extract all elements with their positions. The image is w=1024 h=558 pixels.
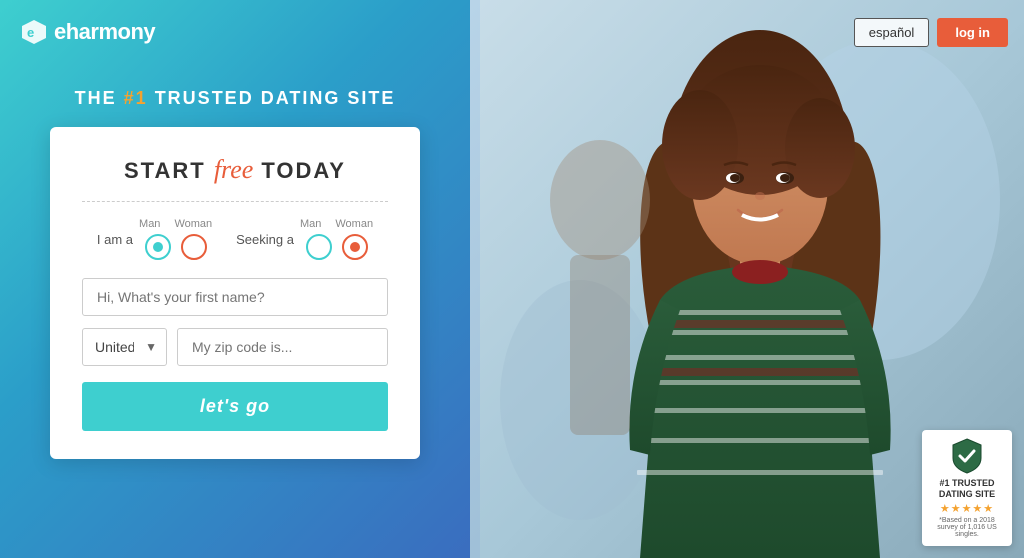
espanol-button[interactable]: español bbox=[854, 18, 930, 47]
iam-labels: Man Woman bbox=[139, 218, 212, 230]
trust-note: *Based on a 2018 survey of 1,016 US sing… bbox=[932, 517, 1002, 538]
nav-buttons: español log in bbox=[854, 18, 1008, 47]
seeking-man-label: Man bbox=[300, 218, 321, 230]
iam-man-label: Man bbox=[139, 218, 160, 230]
right-panel: español log in #1 TRUSTEDDATING SITE ★★★… bbox=[470, 0, 1024, 558]
title-free: free bbox=[214, 155, 253, 184]
gender-section: I am a Man Woman Seeking a bbox=[82, 218, 388, 260]
divider bbox=[82, 201, 388, 202]
title-post: TODAY bbox=[253, 158, 346, 183]
country-select-wrap: United States Canada United Kingdom Aust… bbox=[82, 328, 167, 366]
logo: e eharmony bbox=[20, 18, 155, 46]
seeking-circles[interactable] bbox=[306, 234, 368, 260]
zip-input[interactable] bbox=[177, 328, 388, 366]
country-zip-row: United States Canada United Kingdom Aust… bbox=[82, 328, 388, 366]
tagline-post: TRUSTED DATING SITE bbox=[148, 88, 396, 108]
iam-circles[interactable] bbox=[145, 234, 207, 260]
seeking-label: Seeking a bbox=[236, 232, 294, 247]
lets-go-button[interactable]: let's go bbox=[82, 382, 388, 431]
trust-stars: ★★★★★ bbox=[940, 502, 994, 515]
seeking-man-radio[interactable] bbox=[306, 234, 332, 260]
iam-label: I am a bbox=[97, 232, 133, 247]
iam-gender-block: Man Woman bbox=[139, 218, 212, 260]
trust-badge: #1 TRUSTEDDATING SITE ★★★★★ *Based on a … bbox=[922, 430, 1012, 546]
trust-title: #1 TRUSTEDDATING SITE bbox=[939, 478, 995, 500]
iam-man-radio[interactable] bbox=[145, 234, 171, 260]
first-name-input[interactable] bbox=[82, 278, 388, 316]
card-title: START free TODAY bbox=[82, 155, 388, 185]
header: e eharmony bbox=[0, 0, 470, 58]
seeking-woman-label: Woman bbox=[335, 218, 373, 230]
login-button[interactable]: log in bbox=[937, 18, 1008, 47]
iam-group: I am a Man Woman bbox=[97, 218, 212, 260]
country-select[interactable]: United States Canada United Kingdom Aust… bbox=[82, 328, 167, 366]
hero-image bbox=[480, 0, 990, 558]
seeking-group: Seeking a Man Woman bbox=[236, 218, 373, 260]
signup-card: START free TODAY I am a Man Woman bbox=[50, 127, 420, 459]
tagline-pre: THE bbox=[75, 88, 124, 108]
title-pre: START bbox=[124, 158, 214, 183]
iam-woman-radio[interactable] bbox=[181, 234, 207, 260]
tagline-number: #1 bbox=[124, 88, 148, 108]
left-panel: e eharmony THE #1 TRUSTED DATING SITE ST… bbox=[0, 0, 470, 558]
eharmony-logo-icon: e bbox=[20, 18, 48, 46]
logo-text: eharmony bbox=[54, 19, 155, 45]
trust-shield-icon bbox=[951, 438, 983, 474]
seeking-labels: Man Woman bbox=[300, 218, 373, 230]
tagline: THE #1 TRUSTED DATING SITE bbox=[75, 88, 396, 109]
seeking-woman-radio[interactable] bbox=[342, 234, 368, 260]
svg-text:e: e bbox=[27, 25, 34, 40]
iam-woman-label: Woman bbox=[174, 218, 212, 230]
seeking-gender-block: Man Woman bbox=[300, 218, 373, 260]
